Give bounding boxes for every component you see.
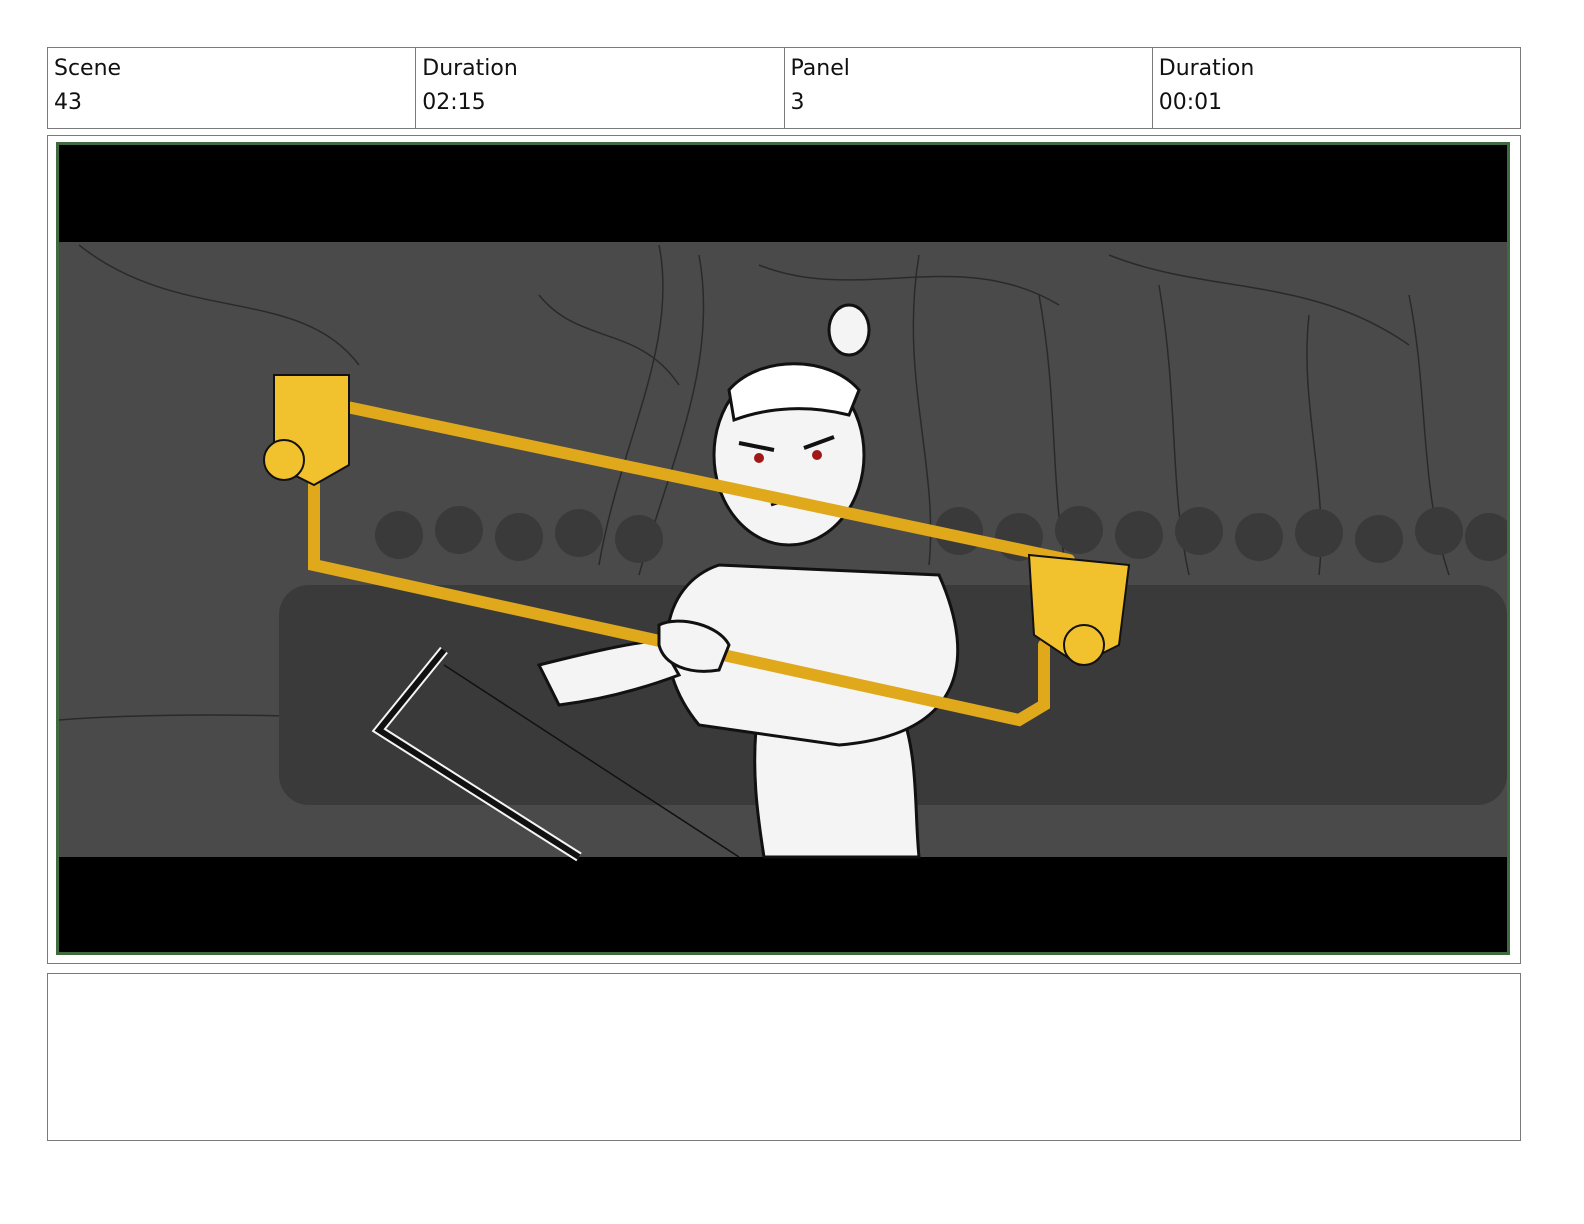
- panel-duration-value: 00:01: [1158, 90, 1223, 115]
- storyboard-panel-frame: [47, 135, 1521, 964]
- panel-duration-label: Duration: [1158, 56, 1255, 81]
- scene-duration-value: 02:15: [422, 90, 486, 115]
- scene-cell: Scene 43: [48, 48, 417, 128]
- scene-value: 43: [54, 90, 82, 115]
- storyboard-drawing: [56, 142, 1510, 955]
- panel-notes-box: [47, 973, 1521, 1141]
- panel-value: 3: [790, 90, 805, 115]
- letterbox-top: [59, 145, 1507, 242]
- panel-duration-cell: Duration 00:01: [1153, 48, 1520, 128]
- scene-duration-label: Duration: [422, 56, 518, 81]
- storyboard-sketch: [59, 145, 1507, 952]
- panel-info-table: Scene 43 Duration 02:15 Panel 3 Duration…: [47, 47, 1521, 129]
- panel-label: Panel: [790, 56, 850, 81]
- letterbox-bottom: [59, 857, 1507, 952]
- panel-cell: Panel 3: [785, 48, 1153, 128]
- scene-label: Scene: [54, 56, 122, 81]
- scene-duration-cell: Duration 02:15: [416, 48, 785, 128]
